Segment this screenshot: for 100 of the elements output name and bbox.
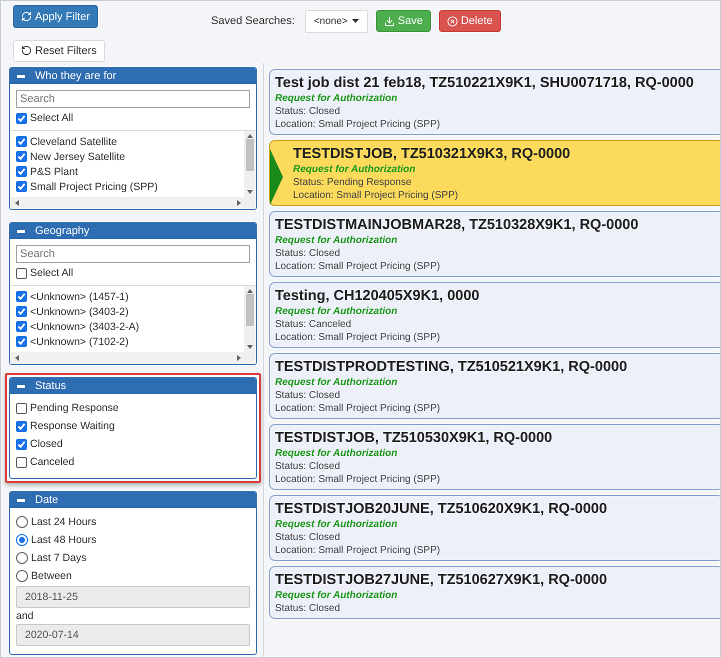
panel-title: Geography [35, 225, 90, 237]
scroll-down-icon[interactable] [247, 344, 253, 350]
collapse-icon[interactable] [17, 230, 25, 232]
status-option[interactable]: Closed [16, 436, 250, 452]
checkbox[interactable] [16, 291, 27, 302]
radio-button[interactable] [16, 516, 28, 528]
result-location: Location: Small Project Pricing (SPP) [275, 402, 442, 415]
result-card[interactable]: TESTDISTJOB, TZ510530X9K1, RQ-0000 Request for Authorization Status: Closed Location: Small Project Pricing (SPP) [269, 424, 720, 490]
checkbox[interactable] [16, 151, 27, 162]
result-card[interactable]: TESTDISTPRODTESTING, TZ510521X9K1, RQ-0000 Request for Authorization Status: Closed Location: Small Project Pricing (SPP) [269, 353, 720, 419]
list-option[interactable]: <Unknown> (7102-2) [16, 334, 238, 349]
date-option[interactable]: Last 24 Hours [16, 514, 250, 530]
checkbox[interactable] [16, 136, 27, 147]
result-card[interactable]: TESTDISTJOB, TZ510321X9K3, RQ-0000 Request for Authorization Status: Pending Response Location: Small Project Pricing (SPP) [269, 140, 720, 206]
result-location: Location: Small Project Pricing (SPP) [275, 260, 442, 273]
status-option[interactable]: Response Waiting [16, 418, 250, 434]
checkbox[interactable] [16, 456, 27, 468]
checkbox[interactable] [16, 268, 27, 278]
radio-label: Last 24 Hours [31, 516, 96, 528]
select-all-option[interactable]: Select All [16, 265, 250, 281]
date-field[interactable]: 2018-11-25 [16, 586, 250, 608]
saved-searches-dropdown[interactable]: <none> [304, 10, 368, 33]
result-status: Status: Pending Response [293, 176, 412, 189]
scroll-right-icon[interactable] [236, 355, 242, 361]
result-status: Status: Closed [275, 460, 342, 473]
date-option[interactable]: Between [16, 568, 250, 584]
search-field[interactable]: Search [16, 245, 250, 263]
list-option[interactable]: <Unknown> (3403-2-A) [16, 319, 238, 334]
selected-arrow-icon [270, 149, 283, 205]
radio-button[interactable] [16, 552, 28, 564]
horizontal-scrollbar[interactable] [10, 197, 256, 209]
result-type: Request for Authorization [275, 589, 398, 602]
collapse-icon[interactable] [17, 74, 25, 78]
result-card[interactable]: TESTDISTJOB20JUNE, TZ510620X9K1, RQ-0000 Request for Authorization Status: Closed Location: Small Project Pricing (SPP) [269, 495, 720, 561]
reset-filters-button[interactable]: Reset Filters [13, 40, 105, 62]
result-card[interactable]: Test job dist 21 feb18, TZ510221X9K1, SHU0071718, RQ-0000 Request for Authorization Status: Closed Location: Small Project Pricing (SPP) [269, 69, 720, 135]
checkbox[interactable] [16, 438, 27, 450]
collapse-icon[interactable] [17, 384, 25, 388]
scroll-left-icon[interactable] [14, 200, 20, 206]
scrollbar-thumb[interactable] [246, 294, 254, 326]
date-option[interactable]: Last 7 Days [16, 550, 250, 566]
scrollbar-thumb[interactable] [246, 139, 254, 171]
radio-label: Last 48 Hours [31, 534, 96, 546]
checkbox[interactable] [16, 112, 27, 124]
list-option[interactable]: <Unknown> (1457-1) [16, 289, 238, 304]
list-option[interactable]: P&S Plant [16, 164, 238, 179]
checkbox[interactable] [16, 402, 27, 414]
checkbox-label: Select All [30, 112, 74, 124]
list-option[interactable]: New Jersey Satellite [16, 149, 238, 164]
result-type: Request for Authorization [275, 305, 398, 318]
checkbox[interactable] [16, 420, 27, 432]
status-option[interactable]: Pending Response [16, 400, 250, 416]
result-title: TESTDISTJOB20JUNE, TZ510620X9K1, RQ-0000 [275, 500, 608, 518]
result-title: TESTDISTJOB, TZ510530X9K1, RQ-0000 [275, 429, 554, 447]
result-status: Status: Canceled [275, 318, 352, 331]
scroll-down-icon[interactable] [247, 189, 253, 195]
result-card[interactable]: TESTDISTJOB27JUNE, TZ510627X9K1, RQ-0000 Request for Authorization Status: Closed [269, 566, 720, 619]
horizontal-scrollbar[interactable] [10, 352, 256, 364]
checkbox[interactable] [16, 181, 27, 192]
search-field[interactable]: Search [16, 90, 250, 108]
radio-button[interactable] [16, 534, 28, 546]
result-type: Request for Authorization [293, 163, 416, 176]
panel-header[interactable]: Date [10, 492, 256, 508]
checkbox[interactable] [16, 336, 27, 347]
collapse-icon[interactable] [17, 498, 25, 502]
result-card[interactable]: TESTDISTMAINJOBMAR28, TZ510328X9K1, RQ-0000 Request for Authorization Status: Closed Location: Small Project Pricing (SPP) [269, 211, 720, 277]
status-option[interactable]: Canceled [16, 454, 250, 470]
delete-button[interactable]: Delete [438, 10, 501, 32]
checkbox[interactable] [16, 321, 27, 332]
vertical-scrollbar[interactable] [244, 286, 256, 352]
date-option[interactable]: Last 48 Hours [16, 532, 250, 548]
caret-icon [352, 19, 359, 24]
refresh-icon [21, 11, 32, 22]
result-title: TESTDISTJOB27JUNE, TZ510627X9K1, RQ-0000 [275, 571, 608, 589]
and-label: and [16, 610, 35, 622]
vertical-scrollbar[interactable] [244, 131, 256, 197]
list-option[interactable]: Cleveland Satellite [16, 134, 238, 149]
panel-header[interactable]: Who they are for [10, 68, 256, 84]
result-status: Status: Closed [275, 602, 342, 615]
result-location: Location: Small Project Pricing (SPP) [275, 473, 442, 486]
checkbox[interactable] [16, 166, 27, 177]
list-option[interactable]: Small Project Pricing (SPP) [16, 179, 238, 194]
date-field[interactable]: 2020-07-14 [16, 624, 250, 646]
result-title: TESTDISTJOB, TZ510321X9K3, RQ-0000 [293, 145, 572, 163]
result-status: Status: Closed [275, 247, 342, 260]
result-type: Request for Authorization [275, 234, 398, 247]
checkbox[interactable] [16, 306, 27, 317]
select-all-option[interactable]: Select All [16, 110, 250, 126]
panel-header[interactable]: Status [10, 378, 256, 394]
result-title: TESTDISTPRODTESTING, TZ510521X9K1, RQ-0000 [275, 358, 628, 376]
scroll-left-icon[interactable] [14, 355, 20, 361]
result-card[interactable]: Testing, CH120405X9K1, 0000 Request for Authorization Status: Canceled Location: Small Project Pricing (SPP) [269, 282, 720, 348]
result-location: Location: Small Project Pricing (SPP) [275, 544, 442, 557]
result-type: Request for Authorization [275, 376, 398, 389]
checkbox-label: Cleveland Satellite [30, 136, 117, 148]
panel-header[interactable]: Geography [10, 223, 256, 239]
list-option[interactable]: <Unknown> (3403-2) [16, 304, 238, 319]
scroll-right-icon[interactable] [236, 200, 242, 206]
apply-filter-button[interactable]: Apply Filter [13, 5, 98, 28]
radio-button[interactable] [16, 570, 28, 582]
